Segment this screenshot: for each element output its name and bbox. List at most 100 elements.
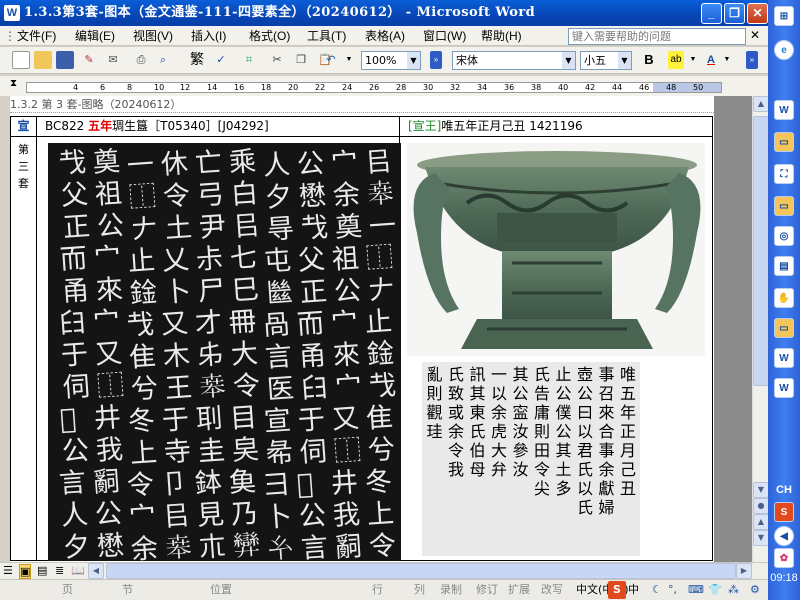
font-color-dropdown-icon[interactable]: ▼ <box>722 51 732 69</box>
document-area[interactable]: 1.3.2 第 3 套-图略（20240612） 宣 BC822 五年琱生簋［T… <box>10 96 768 562</box>
word-document-icon[interactable]: W <box>774 378 794 398</box>
ruler[interactable]: ⧗ 4 6 8 10 12 14 16 18 20 22 24 26 28 30… <box>0 76 768 96</box>
next-page-icon[interactable]: ▼ <box>753 530 769 546</box>
minimize-button[interactable]: _ <box>701 3 722 24</box>
rubbing-glyph: 乂 <box>160 244 191 277</box>
font-select[interactable]: 宋体 ▼ <box>452 51 576 70</box>
print-preview-icon[interactable]: ⌕ <box>154 51 172 69</box>
sogou-ime-icon[interactable]: S <box>608 581 626 599</box>
sogou-tray-icon[interactable]: S <box>774 502 794 522</box>
menu-insert[interactable]: 插入(I) <box>191 28 226 44</box>
folder-icon[interactable]: ▭ <box>774 196 794 216</box>
undo-icon[interactable]: ↶ <box>322 51 340 69</box>
select-browse-object-icon[interactable]: ● <box>753 498 769 514</box>
permission-icon[interactable]: ✎ <box>80 51 98 69</box>
windows-logo-icon[interactable]: ⊞ <box>774 6 794 26</box>
new-document-icon[interactable] <box>12 51 30 69</box>
previous-page-icon[interactable]: ▲ <box>753 514 769 530</box>
application-icon[interactable]: ⛶ <box>774 164 794 184</box>
language-indicator[interactable]: CH <box>768 484 800 496</box>
internet-explorer-icon[interactable]: e <box>774 40 794 60</box>
status-track-changes[interactable]: 修订 <box>476 580 498 600</box>
highlight-dropdown-icon[interactable]: ▼ <box>688 51 698 69</box>
horizontal-scrollbar[interactable]: ☰ ▣ ▤ ≣ 📖 ◀ ▶ <box>0 562 768 579</box>
ime-moon-icon[interactable]: ☾ <box>652 580 662 600</box>
indent-marker-icon[interactable]: ⧗ <box>10 78 17 89</box>
bold-button[interactable]: B <box>640 51 658 69</box>
reading-layout-icon[interactable]: 📖 <box>71 564 85 577</box>
hand-icon[interactable]: ✋ <box>774 288 794 308</box>
print-icon[interactable]: ⎙ <box>132 51 150 69</box>
rubbing-glyph: 尗 <box>194 243 225 276</box>
open-folder-icon[interactable] <box>34 51 52 69</box>
ruler-number: 50 <box>693 83 704 92</box>
notes-icon[interactable]: ▤ <box>774 256 794 276</box>
toolbar-options-icon[interactable]: » <box>430 51 442 69</box>
status-overtype[interactable]: 改写 <box>541 580 563 600</box>
rubbing-glyph: 于 <box>296 404 327 437</box>
search-app-icon[interactable]: ◎ <box>774 226 794 246</box>
status-column: 列 <box>414 583 425 596</box>
menu-help[interactable]: 帮助(H) <box>481 28 522 44</box>
horizontal-scroll-thumb[interactable] <box>106 563 736 579</box>
menu-view[interactable]: 视图(V) <box>133 28 173 44</box>
rubbing-glyph: 卜 <box>263 501 294 534</box>
status-record[interactable]: 录制 <box>440 580 462 600</box>
word-document-icon[interactable]: W <box>774 100 794 120</box>
folder-icon[interactable]: ▭ <box>774 318 794 338</box>
ime-keyboard-icon[interactable]: ⌨ <box>688 580 704 600</box>
maximize-button[interactable]: ❐ <box>724 3 745 24</box>
toolbar-options-icon[interactable]: » <box>746 51 758 69</box>
close-button[interactable]: ✕ <box>747 3 768 24</box>
scroll-up-icon[interactable]: ▲ <box>753 96 769 112</box>
menu-tools[interactable]: 工具(T) <box>307 28 346 44</box>
menu-window[interactable]: 窗口(W) <box>423 28 466 44</box>
menu-format[interactable]: 格式(O) <box>249 28 290 44</box>
copy-icon[interactable]: ❐ <box>292 51 310 69</box>
outline-view-icon[interactable]: ≣ <box>55 564 64 577</box>
rubbing-glyph: 𤔲 <box>91 466 122 499</box>
ime-tools-icon[interactable]: ⁂ <box>728 580 739 600</box>
rubbing-glyph: 上 <box>365 498 396 531</box>
ime-settings-icon[interactable]: ⚙ <box>750 580 760 600</box>
status-extend[interactable]: 扩展 <box>508 580 530 600</box>
undo-dropdown-icon[interactable]: ▼ <box>340 51 358 69</box>
print-layout-icon[interactable]: ▤ <box>37 564 47 577</box>
document-page[interactable]: 1.3.2 第 3 套-图略（20240612） 宣 BC822 五年琱生簋［T… <box>10 96 714 562</box>
web-layout-icon[interactable]: ▣ <box>19 564 32 579</box>
ime-punctuation-icon[interactable]: °, <box>668 580 677 600</box>
ruler-number: 38 <box>531 83 542 92</box>
help-close-icon[interactable]: ✕ <box>750 28 760 42</box>
font-size-select[interactable]: 小五 ▼ <box>580 51 632 70</box>
ime-skin-icon[interactable]: 👕 <box>708 580 722 600</box>
font-color-icon[interactable]: A <box>702 51 720 69</box>
highlight-icon[interactable]: ab <box>668 51 684 69</box>
vertical-scrollbar[interactable]: ▲ ▼ ● ▲ ▼ <box>752 96 769 562</box>
rubbing-glyph: 𠦪 <box>163 532 194 561</box>
menu-edit[interactable]: 编辑(E) <box>75 28 115 44</box>
spelling-icon[interactable]: ✓ <box>212 51 230 69</box>
scroll-thumb[interactable] <box>753 116 769 386</box>
help-search-input[interactable]: 键入需要帮助的问题 <box>568 28 746 45</box>
title-bar[interactable]: W 1.3.3第3套-图本（金文通鉴-111-四要素全）（20240612） -… <box>0 0 768 26</box>
research-icon[interactable]: ⌗ <box>240 51 258 69</box>
normal-view-icon[interactable]: ☰ <box>3 564 13 577</box>
scroll-right-icon[interactable]: ▶ <box>736 563 752 579</box>
email-icon[interactable]: ✉ <box>104 51 122 69</box>
word-icon[interactable]: W <box>4 5 20 21</box>
scroll-left-icon[interactable]: ◀ <box>88 563 104 579</box>
scroll-down-icon[interactable]: ▼ <box>753 482 769 498</box>
cut-icon[interactable]: ✂ <box>268 51 286 69</box>
word-document-icon[interactable]: W <box>774 348 794 368</box>
folder-icon[interactable]: ▭ <box>774 132 794 152</box>
back-arrow-icon[interactable]: ◀ <box>774 526 794 546</box>
save-icon[interactable] <box>56 51 74 69</box>
flower-tray-icon[interactable]: ✿ <box>774 548 794 568</box>
menu-file[interactable]: 文件(F) <box>17 28 56 44</box>
ime-mode[interactable]: 中 <box>628 580 639 600</box>
zoom-select[interactable]: 100% ▼ <box>361 51 421 70</box>
ruler-number: 26 <box>369 83 380 92</box>
rubbing-glyph: 正 <box>298 276 329 309</box>
traditional-convert-button[interactable]: 繁 <box>184 51 210 69</box>
menu-table[interactable]: 表格(A) <box>365 28 405 44</box>
